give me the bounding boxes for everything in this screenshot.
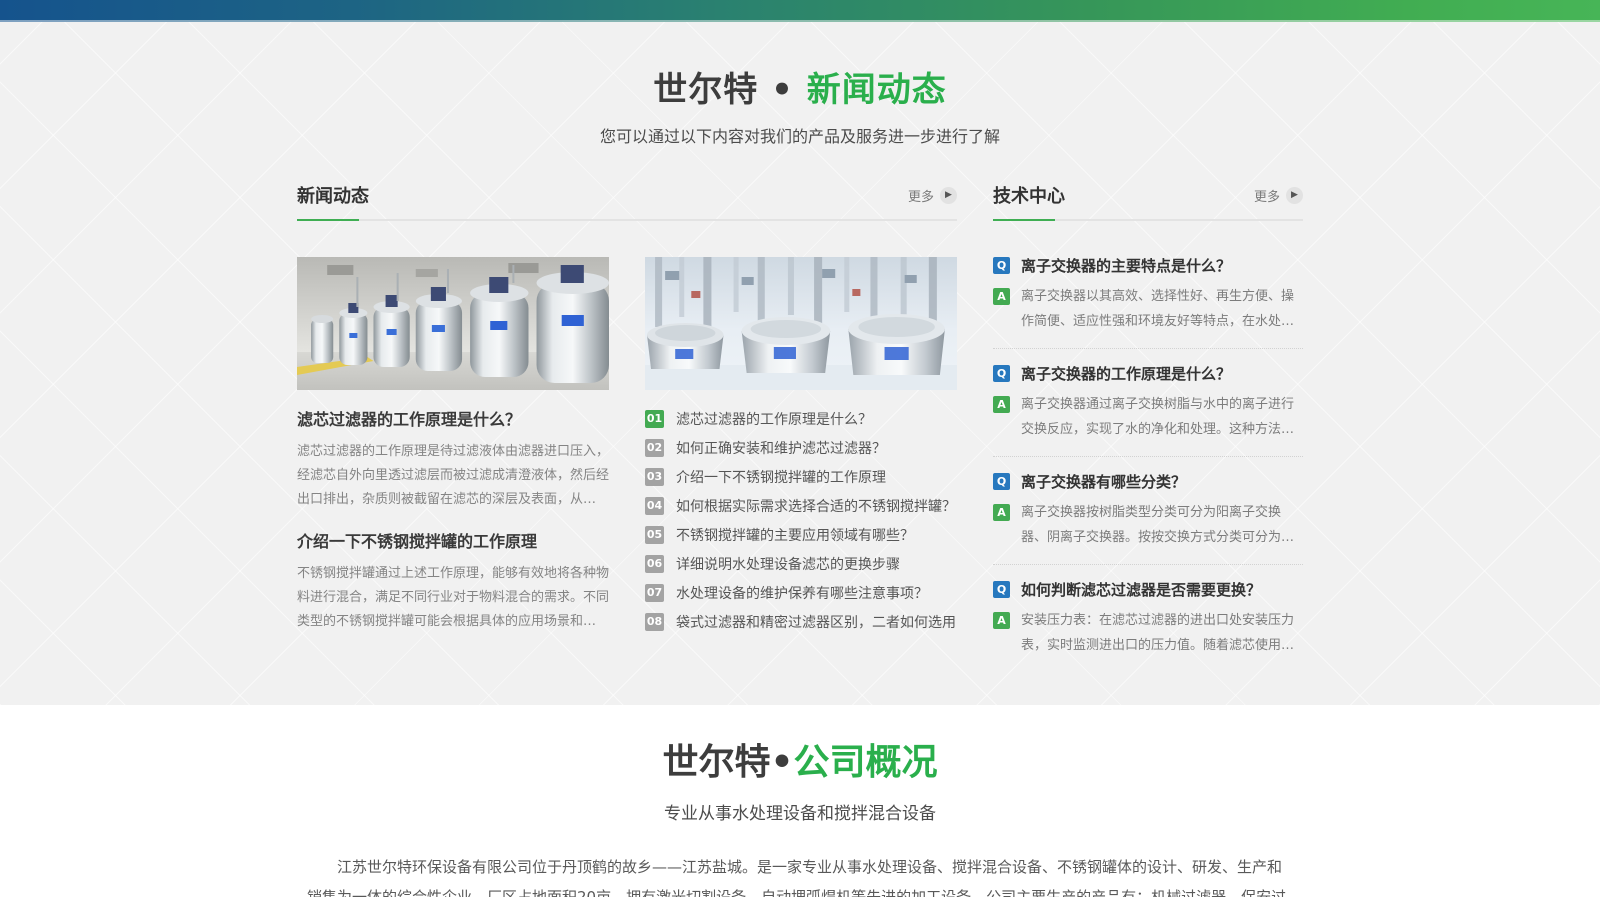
- qa-item: Q 离子交换器有哪些分类？ A 离子交换器按树脂类型分类可分为阳离子交换器、阴离…: [993, 471, 1303, 565]
- company-section-subtitle: 专业从事水处理设备和搅拌混合设备: [0, 799, 1600, 824]
- news-more-label: 更多: [908, 186, 934, 205]
- tech-more-link[interactable]: 更多 ▶: [1254, 186, 1303, 205]
- company-title-highlight: 公司概况: [794, 742, 938, 783]
- answer-text: 离子交换器以其高效、选择性好、再生方便、操作简便、适应性强和环境友好等特点，在水…: [1021, 284, 1303, 334]
- question-row[interactable]: Q 离子交换器有哪些分类？: [993, 471, 1303, 492]
- list-item[interactable]: 02 如何正确安装和维护滤芯过滤器？: [645, 433, 957, 462]
- list-item[interactable]: 07 水处理设备的维护保养有哪些注意事项？: [645, 578, 957, 607]
- article-number-list: 01 滤芯过滤器的工作原理是什么？ 02 如何正确安装和维护滤芯过滤器？ 03 介绍一…: [645, 404, 957, 636]
- list-item[interactable]: 04 如何根据实际需求选择合适的不锈钢搅拌罐？: [645, 491, 957, 520]
- question-text: 如何判断滤芯过滤器是否需要更换？: [1021, 579, 1261, 600]
- article-excerpt-2: 不锈钢搅拌罐通过上述工作原理，能够有效地将各种物料进行混合，满足不同行业对于物料…: [297, 562, 609, 634]
- item-number-badge: 02: [645, 439, 664, 457]
- news-divider: [297, 219, 957, 221]
- question-text: 离子交换器有哪些分类？: [1021, 471, 1186, 492]
- a-badge-icon: A: [993, 504, 1010, 521]
- list-item[interactable]: 01 滤芯过滤器的工作原理是什么？: [645, 404, 957, 433]
- a-badge-icon: A: [993, 288, 1010, 305]
- company-section: 世尔特•公司概况 专业从事水处理设备和搅拌混合设备 江苏世尔特环保设备有限公司位…: [0, 705, 1600, 897]
- qa-item: Q 如何判断滤芯过滤器是否需要更换？ A 安装压力表：在滤芯过滤器的进出口处安装…: [993, 579, 1303, 672]
- answer-row: A 离子交换器以其高效、选择性好、再生方便、操作简便、适应性强和环境友好等特点，…: [993, 284, 1303, 334]
- three-column-area: 新闻动态 更多 ▶: [297, 181, 1303, 686]
- item-number-badge: 06: [645, 555, 664, 573]
- news-column-header: 新闻动态 更多 ▶: [297, 181, 957, 209]
- factory-tanks-photo[interactable]: [297, 257, 609, 390]
- qa-item: Q 离子交换器的主要特点是什么？ A 离子交换器以其高效、选择性好、再生方便、操…: [993, 255, 1303, 349]
- a-badge-icon: A: [993, 612, 1010, 629]
- qa-list: Q 离子交换器的主要特点是什么？ A 离子交换器以其高效、选择性好、再生方便、操…: [993, 255, 1303, 672]
- tech-column-header: 技术中心 更多 ▶: [993, 181, 1303, 209]
- answer-text: 安装压力表：在滤芯过滤器的进出口处安装压力表，实时监测进出口的压力值。随着滤芯使…: [1021, 608, 1303, 658]
- answer-row: A 离子交换器按树脂类型分类可分为阳离子交换器、阴离子交换器。按按交换方式分类可…: [993, 500, 1303, 550]
- article-excerpt-1: 滤芯过滤器的工作原理是待过滤液体由滤器进口压入，经滤芯自外向里透过滤层而被过滤成…: [297, 440, 609, 512]
- mixing-vessels-photo[interactable]: [645, 257, 957, 390]
- news-column-title: 新闻动态: [297, 182, 369, 208]
- question-row[interactable]: Q 如何判断滤芯过滤器是否需要更换？: [993, 579, 1303, 600]
- brand-name: 世尔特•: [662, 742, 793, 783]
- article-title-1[interactable]: 滤芯过滤器的工作原理是什么？: [297, 406, 609, 430]
- list-item-text: 如何根据实际需求选择合适的不锈钢搅拌罐？: [676, 496, 956, 516]
- list-item-text: 水处理设备的维护保养有哪些注意事项？: [676, 583, 928, 603]
- a-badge-icon: A: [993, 396, 1010, 413]
- item-number-badge: 05: [645, 526, 664, 544]
- tech-divider: [993, 219, 1303, 221]
- top-gradient-bar: [0, 0, 1600, 22]
- list-item-text: 介绍一下不锈钢搅拌罐的工作原理: [676, 467, 886, 487]
- question-row[interactable]: Q 离子交换器的主要特点是什么？: [993, 255, 1303, 276]
- news-more-link[interactable]: 更多 ▶: [908, 186, 957, 205]
- question-text: 离子交换器的工作原理是什么？: [1021, 363, 1231, 384]
- arrow-right-icon: ▶: [940, 187, 957, 204]
- tech-center-block: 技术中心 更多 ▶ Q 离子交换器的主要特点是什么？ A 离子交换器以其高效、选…: [993, 181, 1303, 686]
- q-badge-icon: Q: [993, 473, 1010, 490]
- q-badge-icon: Q: [993, 365, 1010, 382]
- answer-row: A 离子交换器通过离子交换树脂与水中的离子进行交换反应，实现了水的净化和处理。这…: [993, 392, 1303, 442]
- answer-row: A 安装压力表：在滤芯过滤器的进出口处安装压力表，实时监测进出口的压力值。随着滤…: [993, 608, 1303, 658]
- tech-more-label: 更多: [1254, 186, 1280, 205]
- question-row[interactable]: Q 离子交换器的工作原理是什么？: [993, 363, 1303, 384]
- list-item-text: 滤芯过滤器的工作原理是什么？: [676, 409, 872, 429]
- q-badge-icon: Q: [993, 257, 1010, 274]
- list-item[interactable]: 05 不锈钢搅拌罐的主要应用领域有哪些？: [645, 520, 957, 549]
- qa-item: Q 离子交换器的工作原理是什么？ A 离子交换器通过离子交换树脂与水中的离子进行…: [993, 363, 1303, 457]
- tech-column-title: 技术中心: [993, 182, 1065, 208]
- article-title-2[interactable]: 介绍一下不锈钢搅拌罐的工作原理: [297, 528, 609, 552]
- article-list-column: 01 滤芯过滤器的工作原理是什么？ 02 如何正确安装和维护滤芯过滤器？ 03 介绍一…: [645, 257, 957, 636]
- list-item-text: 袋式过滤器和精密过滤器区别，二者如何选用: [676, 612, 956, 632]
- answer-text: 离子交换器按树脂类型分类可分为阳离子交换器、阴离子交换器。按按交换方式分类可分为…: [1021, 500, 1303, 550]
- news-section-title: 世尔特 • 新闻动态: [0, 62, 1600, 111]
- q-badge-icon: Q: [993, 581, 1010, 598]
- arrow-right-icon: ▶: [1286, 187, 1303, 204]
- brand-name: 世尔特 •: [653, 70, 806, 110]
- item-number-badge: 03: [645, 468, 664, 486]
- news-divider-accent: [297, 219, 359, 221]
- news-block: 新闻动态 更多 ▶: [297, 181, 957, 686]
- featured-articles-column: 滤芯过滤器的工作原理是什么？ 滤芯过滤器的工作原理是待过滤液体由滤器进口压入，经…: [297, 257, 609, 636]
- news-columns: 滤芯过滤器的工作原理是什么？ 滤芯过滤器的工作原理是待过滤液体由滤器进口压入，经…: [297, 257, 957, 636]
- question-text: 离子交换器的主要特点是什么？: [1021, 255, 1231, 276]
- list-item[interactable]: 08 袋式过滤器和精密过滤器区别，二者如何选用: [645, 607, 957, 636]
- news-section-title-highlight: 新闻动态: [807, 70, 947, 110]
- answer-text: 离子交换器通过离子交换树脂与水中的离子进行交换反应，实现了水的净化和处理。这种方…: [1021, 392, 1303, 442]
- list-item-text: 详细说明水处理设备滤芯的更换步骤: [676, 554, 900, 574]
- news-section: 世尔特 • 新闻动态 您可以通过以下内容对我们的产品及服务进一步进行了解 新闻动…: [0, 22, 1600, 705]
- company-intro-paragraph: 江苏世尔特环保设备有限公司位于丹顶鹤的故乡——江苏盐城。是一家专业从事水处理设备…: [307, 852, 1293, 897]
- item-number-badge: 01: [645, 410, 664, 428]
- news-section-subtitle: 您可以通过以下内容对我们的产品及服务进一步进行了解: [0, 123, 1600, 147]
- list-item[interactable]: 06 详细说明水处理设备滤芯的更换步骤: [645, 549, 957, 578]
- item-number-badge: 07: [645, 584, 664, 602]
- item-number-badge: 04: [645, 497, 664, 515]
- company-section-title: 世尔特•公司概况: [0, 733, 1600, 785]
- tech-divider-accent: [993, 219, 1055, 221]
- item-number-badge: 08: [645, 613, 664, 631]
- list-item-text: 如何正确安装和维护滤芯过滤器？: [676, 438, 886, 458]
- list-item[interactable]: 03 介绍一下不锈钢搅拌罐的工作原理: [645, 462, 957, 491]
- list-item-text: 不锈钢搅拌罐的主要应用领域有哪些？: [676, 525, 914, 545]
